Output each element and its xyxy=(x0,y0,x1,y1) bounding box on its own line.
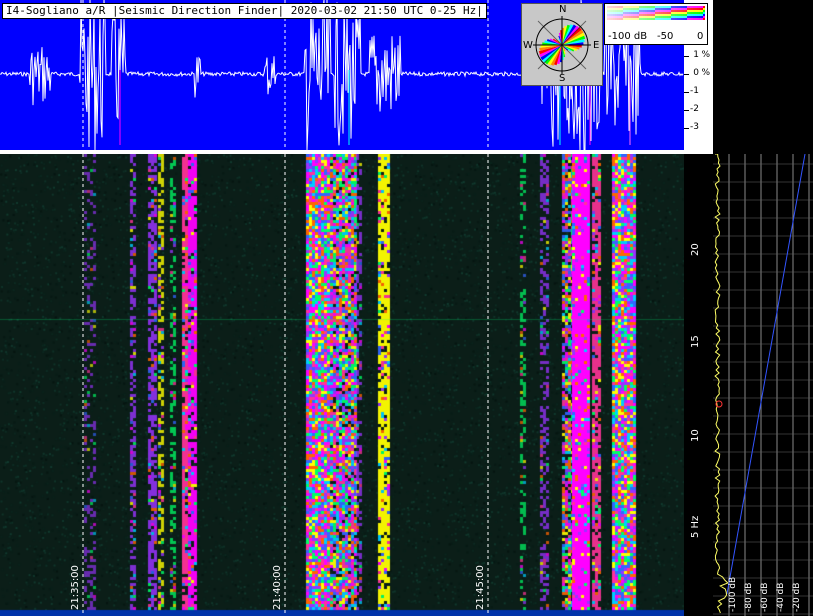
spectrogram-panel: 21:35:00 21:40:00 21:45:00 xyxy=(0,154,684,616)
legend-mid: -50 xyxy=(657,31,674,42)
compass-north: N xyxy=(559,4,567,15)
color-scale-legend: -100 dB -50 0 xyxy=(604,3,708,45)
tick-label: -2 xyxy=(690,104,699,114)
time-label: 21:35:00 xyxy=(70,565,81,610)
tick-mark xyxy=(684,110,689,111)
legend-min: -100 dB xyxy=(608,31,648,42)
tick-label: 1 xyxy=(693,50,699,60)
time-label: 21:45:00 xyxy=(475,565,486,610)
seismic-viewer: I4-Sogliano a/R |Seismic Direction Finde… xyxy=(0,0,813,616)
tick-label: -1 xyxy=(690,86,699,96)
tick-mark xyxy=(684,92,689,93)
unit-mark: % xyxy=(701,68,710,78)
unit-mark: % xyxy=(701,50,710,60)
db-label: -100 dB xyxy=(728,576,738,612)
tick-label: 0 xyxy=(693,68,699,78)
db-label: -80 dB xyxy=(744,582,754,612)
freq-label: 5 Hz xyxy=(690,515,701,538)
compass-east: E xyxy=(593,40,600,51)
db-label: -20 dB xyxy=(792,582,802,612)
db-label: -60 dB xyxy=(760,582,770,612)
time-label: 21:40:00 xyxy=(272,565,283,610)
tick-mark xyxy=(684,128,689,129)
compass-south: S xyxy=(559,73,566,84)
tick-mark xyxy=(684,56,689,57)
blank-panel xyxy=(713,0,813,150)
station-title: I4-Sogliano a/R |Seismic Direction Finde… xyxy=(2,3,487,19)
time-gridlines xyxy=(82,154,489,616)
db-label: -40 dB xyxy=(776,582,786,612)
spectrum-profile-plot xyxy=(713,154,813,616)
freq-label: 15 xyxy=(690,335,701,348)
tick-mark xyxy=(684,74,689,75)
color-scale-bar xyxy=(607,6,705,20)
legend-max: 0 xyxy=(697,31,704,42)
frequency-axis: 20 15 10 5 Hz xyxy=(684,154,713,616)
freq-label: 20 xyxy=(690,243,701,256)
spectrum-profile-panel: -100 dB -80 dB -60 dB -40 dB -20 dB xyxy=(713,154,813,616)
tick-label: -3 xyxy=(690,122,699,132)
freq-label: 10 xyxy=(690,429,701,442)
compass-west: W xyxy=(523,40,533,51)
direction-compass: N S E W xyxy=(521,3,603,86)
